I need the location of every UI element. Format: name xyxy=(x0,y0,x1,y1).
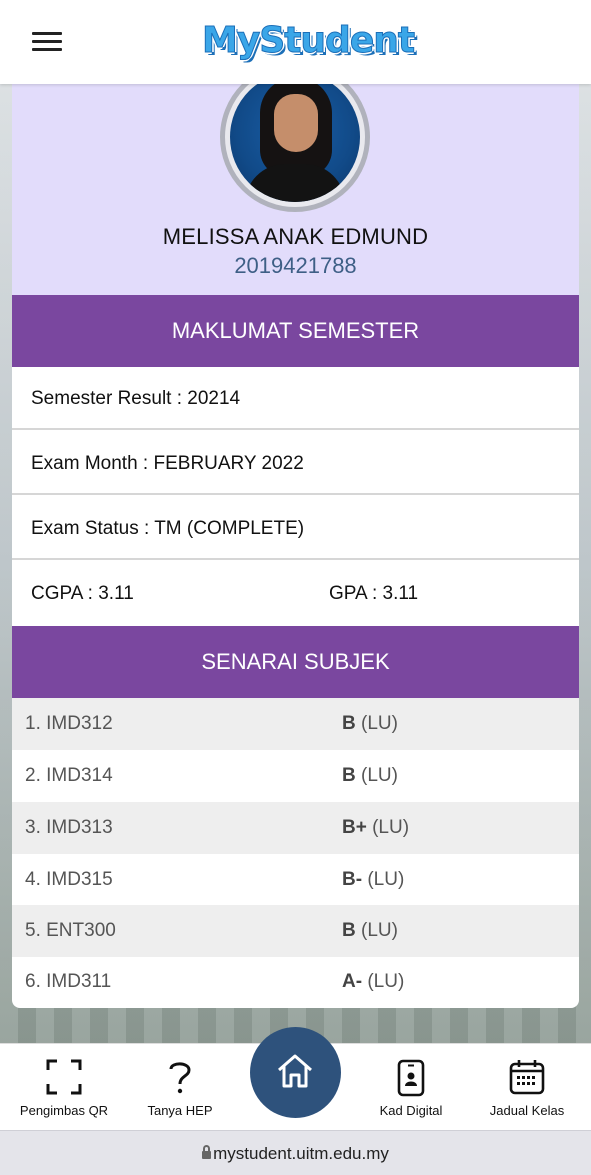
subject-grade: B+ (LU) xyxy=(342,817,410,838)
subject-code: 3. IMD313 xyxy=(25,817,113,838)
student-name: MELISSA ANAK EDMUND xyxy=(162,224,429,249)
exam-status-text: Exam Status : TM (COMPLETE) xyxy=(31,518,305,539)
result-card: MELISSA ANAK EDMUND 2019421788 MAKLUMAT … xyxy=(12,84,579,1008)
app-header: MyStudent xyxy=(0,0,591,84)
subjects-heading: SENARAI SUBJEK xyxy=(12,626,579,698)
home-icon xyxy=(278,1054,312,1088)
qr-scan-icon xyxy=(46,1059,82,1095)
calendar-icon xyxy=(509,1060,545,1095)
lock-icon xyxy=(202,1145,212,1159)
menu-icon[interactable] xyxy=(32,32,62,52)
browser-url-bar[interactable]: mystudent.uitm.edu.my xyxy=(0,1130,591,1175)
subject-code: 4. IMD315 xyxy=(25,869,113,890)
subject-grade: B- (LU) xyxy=(342,869,405,890)
nav-label: Kad Digital xyxy=(379,1103,443,1118)
profile-panel: MELISSA ANAK EDMUND 2019421788 xyxy=(12,84,579,295)
nav-help[interactable]: Tanya HEP xyxy=(122,1044,238,1131)
url-text: mystudent.uitm.edu.my xyxy=(213,1144,389,1163)
subject-code: 1. IMD312 xyxy=(25,713,113,734)
subject-row: 5. ENT300 B (LU) xyxy=(12,905,579,957)
semester-result-text: Semester Result : 20214 xyxy=(31,388,241,409)
subject-code: 6. IMD311 xyxy=(25,971,112,992)
exam-month-text: Exam Month : FEBRUARY 2022 xyxy=(31,453,304,474)
id-card-icon xyxy=(397,1059,425,1097)
home-button[interactable] xyxy=(250,1027,341,1118)
subject-code: 2. IMD314 xyxy=(25,765,113,786)
subject-row: 6. IMD311 A- (LU) xyxy=(12,956,579,1008)
nav-class-schedule[interactable]: Jadual Kelas xyxy=(469,1044,585,1131)
question-icon xyxy=(169,1062,191,1094)
subject-row: 2. IMD314 B (LU) xyxy=(12,750,579,802)
subject-code: 5. ENT300 xyxy=(25,920,116,941)
exam-status: Exam Status : TM (COMPLETE) xyxy=(12,497,579,560)
semester-result: Semester Result : 20214 xyxy=(12,367,579,430)
nav-qr-scanner[interactable]: Pengimbas QR xyxy=(4,1044,124,1131)
subject-grade: B (LU) xyxy=(342,713,398,734)
nav-label: Pengimbas QR xyxy=(19,1103,109,1118)
subject-grade: A- (LU) xyxy=(342,971,405,992)
gpa-value: GPA : 3.11 xyxy=(329,583,419,604)
nav-label: Tanya HEP xyxy=(147,1103,213,1118)
nav-digital-card[interactable]: Kad Digital xyxy=(353,1044,469,1131)
bottom-navigation: Pengimbas QR Tanya HEP Kad Digital Jadua… xyxy=(0,1027,591,1131)
subject-grade: B (LU) xyxy=(342,765,398,786)
subject-row: 4. IMD315 B- (LU) xyxy=(12,854,579,906)
subject-row: 1. IMD312 B (LU) xyxy=(12,698,579,750)
cgpa-value: CGPA : 3.11 xyxy=(31,583,134,604)
exam-month: Exam Month : FEBRUARY 2022 xyxy=(12,432,579,495)
avatar xyxy=(220,84,370,212)
subject-grade: B (LU) xyxy=(342,920,398,941)
app-logo: MyStudent xyxy=(202,20,416,62)
student-id: 2019421788 xyxy=(234,253,357,278)
gpa-row: CGPA : 3.11 GPA : 3.11 xyxy=(12,562,579,625)
subject-row: 3. IMD313 B+ (LU) xyxy=(12,802,579,854)
nav-label: Jadual Kelas xyxy=(489,1103,565,1118)
semester-heading: MAKLUMAT SEMESTER xyxy=(12,295,579,367)
